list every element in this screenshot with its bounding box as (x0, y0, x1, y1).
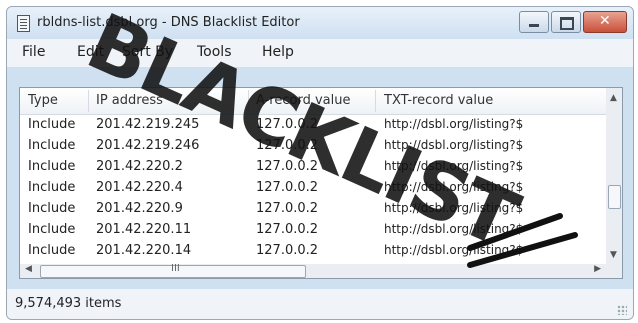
cell-ip: 201.42.219.246 (96, 138, 200, 153)
cell-type: Include (28, 159, 76, 174)
column-divider[interactable] (88, 90, 89, 112)
cell-a-record: 127.0.0.2 (256, 138, 319, 153)
cell-txt-record: http://dsbl.org/listing?$ (384, 138, 524, 152)
menu-edit[interactable]: Edit (77, 44, 104, 60)
cell-txt-record: http://dsbl.org/listing?$ (384, 180, 524, 194)
cell-type: Include (28, 201, 76, 216)
menu-tools[interactable]: Tools (197, 44, 232, 60)
window-controls: ✕ (519, 11, 627, 33)
horizontal-scroll-thumb[interactable]: III (40, 263, 306, 278)
cell-a-record: 127.0.0.2 (256, 243, 319, 258)
column-divider[interactable] (248, 90, 249, 112)
menu-file[interactable]: File (22, 44, 45, 60)
table-row[interactable]: Include 201.42.220.9 127.0.0.2 http://ds… (20, 198, 606, 219)
cell-a-record: 127.0.0.2 (256, 222, 319, 237)
cell-type: Include (28, 222, 76, 237)
cell-ip: 201.42.220.11 (96, 222, 192, 237)
scroll-left-arrow-icon[interactable]: ◀ (25, 264, 32, 274)
table-header: Type IP address A-record value TXT-recor… (20, 88, 606, 115)
app-window: rbldns-list.dsbl.org - DNS Blacklist Edi… (6, 6, 634, 320)
maximize-icon (560, 17, 574, 30)
close-icon: ✕ (599, 13, 611, 29)
cell-type: Include (28, 117, 76, 132)
scroll-down-arrow-icon[interactable]: ▼ (610, 250, 617, 260)
title-bar[interactable]: rbldns-list.dsbl.org - DNS Blacklist Edi… (7, 7, 633, 39)
cell-txt-record: http://dsbl.org/listing?$ (384, 159, 524, 173)
cell-ip: 201.42.220.4 (96, 180, 183, 195)
menu-bar: File Edit Sort By Tools Help (7, 39, 633, 67)
cell-type: Include (28, 138, 76, 153)
blacklist-table[interactable]: Type IP address A-record value TXT-recor… (19, 87, 623, 279)
column-header-txt-record[interactable]: TXT-record value (384, 93, 493, 108)
table-row[interactable]: Include 201.42.220.4 127.0.0.2 http://ds… (20, 177, 606, 198)
resize-grip-icon[interactable] (617, 305, 627, 315)
column-header-type[interactable]: Type (28, 93, 58, 108)
close-button[interactable]: ✕ (583, 11, 627, 33)
table-row[interactable]: Include 201.42.220.14 127.0.0.2 http://d… (20, 240, 606, 261)
item-count: 9,574,493 items (15, 296, 122, 311)
horizontal-scrollbar[interactable]: ◀ III ▶ (20, 263, 606, 278)
cell-a-record: 127.0.0.2 (256, 180, 319, 195)
menu-help[interactable]: Help (262, 44, 294, 60)
cell-ip: 201.42.220.14 (96, 243, 192, 258)
status-bar: 9,574,493 items (7, 289, 633, 319)
table-row[interactable]: Include 201.42.220.2 127.0.0.2 http://ds… (20, 156, 606, 177)
menu-sort-by[interactable]: Sort By (122, 44, 173, 60)
cell-a-record: 127.0.0.2 (256, 159, 319, 174)
scroll-right-arrow-icon[interactable]: ▶ (594, 264, 601, 274)
cell-a-record: 127.0.0.2 (256, 201, 319, 216)
cell-ip: 201.42.220.2 (96, 159, 183, 174)
scroll-up-arrow-icon[interactable]: ▲ (610, 93, 617, 103)
app-document-icon (17, 15, 30, 32)
cell-txt-record: http://dsbl.org/listing?$ (384, 117, 524, 131)
table-row[interactable]: Include 201.42.219.246 127.0.0.2 http://… (20, 135, 606, 156)
maximize-button[interactable] (551, 11, 581, 33)
scrollbar-corner (606, 264, 622, 278)
column-header-ip[interactable]: IP address (96, 93, 163, 108)
column-header-a-record[interactable]: A-record value (256, 93, 350, 108)
minimize-button[interactable] (519, 11, 549, 33)
scroll-grip-icon: III (171, 263, 180, 274)
table-row[interactable]: Include 201.42.219.245 127.0.0.2 http://… (20, 114, 606, 135)
cell-type: Include (28, 180, 76, 195)
cell-ip: 201.42.220.9 (96, 201, 183, 216)
minimize-icon (529, 24, 539, 27)
vertical-scroll-thumb[interactable] (608, 185, 621, 209)
cell-txt-record: http://dsbl.org/listing?$ (384, 243, 524, 257)
cell-txt-record: http://dsbl.org/listing?$ (384, 222, 524, 236)
table-row[interactable]: Include 201.42.220.11 127.0.0.2 http://d… (20, 219, 606, 240)
column-divider[interactable] (375, 90, 376, 112)
vertical-scrollbar[interactable]: ▲ ▼ (606, 88, 622, 264)
cell-txt-record: http://dsbl.org/listing?$ (384, 201, 524, 215)
cell-type: Include (28, 243, 76, 258)
cell-ip: 201.42.219.245 (96, 117, 200, 132)
window-title: rbldns-list.dsbl.org - DNS Blacklist Edi… (37, 15, 300, 30)
cell-a-record: 127.0.0.2 (256, 117, 319, 132)
